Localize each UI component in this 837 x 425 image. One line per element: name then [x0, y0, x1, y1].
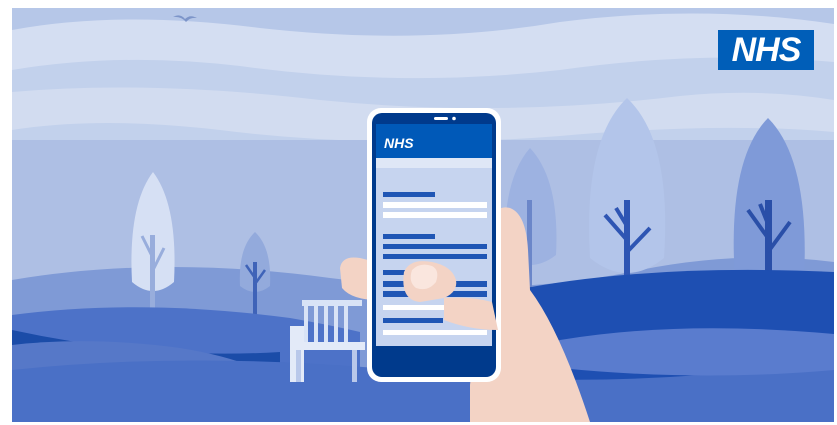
phone-header-logo: NHS: [384, 135, 414, 151]
nhs-logo-text: NHS: [731, 31, 802, 69]
nhs-logo: NHS: [718, 30, 814, 70]
illustration-scene: NHS: [0, 0, 837, 425]
